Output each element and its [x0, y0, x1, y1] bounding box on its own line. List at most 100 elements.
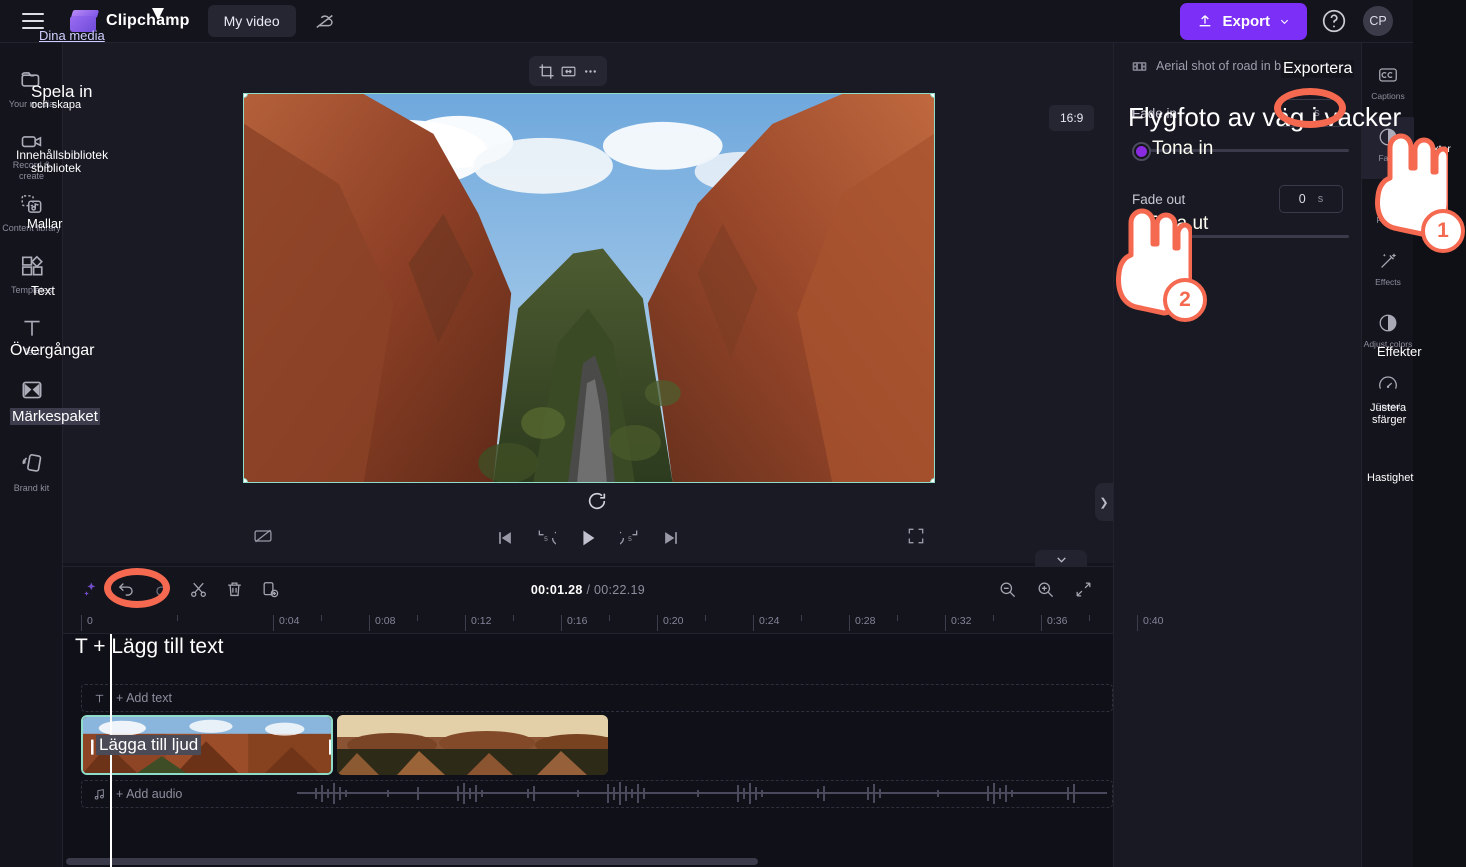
sidebar-label-text: Text	[23, 347, 40, 357]
playhead[interactable]	[110, 8, 164, 867]
tool-rail: Captions Fade Filters Effects Adjust col…	[1361, 43, 1414, 867]
crop-icon[interactable]	[538, 63, 555, 80]
rail-item-fade[interactable]: Fade	[1362, 117, 1414, 179]
chevron-down-icon	[1280, 19, 1289, 24]
rail-item-effects[interactable]: Effects	[1362, 241, 1414, 303]
sparkle-icon[interactable]	[81, 580, 100, 599]
export-label: Export	[1222, 12, 1270, 30]
sidebar-item-record-create[interactable]: Record & create	[0, 119, 63, 181]
video-frame	[244, 94, 934, 482]
rail-label-adjust-colors: Adjust colors	[1363, 339, 1413, 349]
sidebar-item-your-media[interactable]: Your media	[0, 57, 63, 119]
fade-out-slider-track	[1141, 235, 1349, 238]
music-note-icon	[94, 788, 104, 800]
rail-label-speed: Speed	[1375, 401, 1401, 411]
timeline-scrollbar[interactable]	[66, 858, 758, 865]
properties-panel: Aerial shot of road in be Fade in s Fade…	[1113, 43, 1361, 867]
add-audio-label: + Add audio	[116, 787, 183, 801]
undo-icon[interactable]	[117, 580, 136, 599]
fade-in-unit: s	[1314, 107, 1320, 119]
forward-5s-icon[interactable]: 5	[620, 528, 640, 548]
fullscreen-button[interactable]	[906, 526, 926, 551]
fit-icon[interactable]	[560, 63, 577, 80]
templates-icon	[21, 255, 43, 276]
fade-out-unit: s	[1317, 193, 1324, 205]
preview-area: 16:9 5 5 ❯	[63, 43, 1113, 563]
scissors-icon[interactable]	[189, 580, 208, 599]
rail-item-captions[interactable]: Captions	[1362, 55, 1414, 117]
sidebar-label-record-create: Record & create	[12, 160, 51, 181]
resize-handle-br[interactable]	[930, 478, 934, 482]
time-separator: /	[582, 582, 594, 597]
add-text-track[interactable]: + Add text	[81, 684, 1113, 712]
film-strip-icon	[1132, 61, 1147, 71]
video-stage[interactable]	[243, 93, 935, 483]
sidebar-item-brand-kit[interactable]: Brand kit	[0, 441, 63, 503]
fade-in-slider[interactable]	[1132, 137, 1349, 163]
ruler-tick: 0	[81, 615, 93, 631]
ruler-tick: 0:20	[657, 615, 683, 631]
transitions-icon	[22, 381, 41, 399]
video-clip-2[interactable]	[337, 715, 608, 775]
rail-item-adjust-colors[interactable]: Adjust colors	[1362, 303, 1414, 365]
timeline-tracks: + Add text ❙❙ ❙❙	[63, 8, 1113, 867]
clip-trim-handle-left[interactable]: ❙❙	[86, 736, 111, 757]
skip-to-start-icon[interactable]	[495, 528, 515, 548]
rotate-icon[interactable]	[586, 490, 608, 512]
more-options-icon[interactable]	[582, 63, 599, 80]
fade-out-label: Fade out	[1132, 191, 1186, 207]
sidebar-label-brand-kit: Brand kit	[13, 483, 50, 493]
avatar[interactable]: CP	[1363, 6, 1393, 36]
sidebar-item-text[interactable]: Text	[0, 305, 63, 367]
fade-in-slider-track	[1141, 149, 1349, 152]
sidebar-label-content-library: Content library	[2, 223, 61, 233]
chevron-down-icon	[1056, 556, 1066, 563]
clip-title: Aerial shot of road in be	[1156, 59, 1289, 73]
clip-trim-handle-right[interactable]: ❙❙	[324, 736, 331, 757]
left-sidebar: Your media Record & create Content libra…	[0, 43, 81, 867]
sidebar-item-transitions[interactable]: Transitions	[0, 367, 63, 429]
brand-kit-icon	[22, 454, 41, 472]
sidebar-item-templates[interactable]: Templates	[0, 243, 63, 305]
top-bar: Clipchamp My video Export CP	[0, 0, 1413, 43]
video-camera-icon	[21, 136, 41, 148]
rail-item-speed[interactable]: Speed	[1362, 365, 1414, 427]
timeline-ruler[interactable]: 0 0:04 0:08 0:12 0:16 0:20 0:24 0:28 0:3…	[63, 612, 1163, 634]
fade-out-slider[interactable]	[1132, 223, 1349, 249]
rewind-5s-icon[interactable]: 5	[536, 528, 556, 548]
add-audio-track[interactable]: + Add audio	[81, 780, 1113, 808]
fade-out-slider-thumb[interactable]	[1132, 228, 1151, 247]
sidebar-label-transitions: Transitions	[9, 409, 54, 419]
rail-label-fade: Fade	[1378, 153, 1398, 163]
rail-label-effects: Effects	[1375, 277, 1401, 287]
menu-icon[interactable]	[22, 13, 44, 29]
content-library-icon	[20, 195, 41, 213]
clip-thumbnail	[337, 715, 608, 775]
export-button[interactable]: Export	[1180, 2, 1307, 40]
play-icon[interactable]	[577, 527, 599, 549]
project-name[interactable]: My video	[207, 5, 296, 37]
trash-icon[interactable]	[225, 580, 244, 599]
fade-in-input[interactable]: s	[1279, 99, 1343, 127]
clipchamp-editor: Clipchamp My video Export CP Your media	[0, 0, 1414, 867]
speedometer-icon	[1379, 376, 1397, 389]
panel-expand-chevron-icon[interactable]: ❯	[1095, 483, 1113, 521]
help-circle-icon[interactable]	[1321, 8, 1347, 34]
aspect-ratio-button[interactable]: 16:9	[1049, 105, 1095, 131]
redo-icon[interactable]	[153, 580, 172, 599]
rail-item-filters[interactable]: Filters	[1362, 179, 1414, 241]
preview-float-toolbar	[529, 56, 607, 86]
cloud-off-icon[interactable]	[312, 10, 338, 32]
skip-to-end-icon[interactable]	[661, 528, 681, 548]
fade-in-slider-thumb[interactable]	[1132, 142, 1151, 161]
fade-icon	[1379, 128, 1397, 146]
filters-icon	[1379, 191, 1397, 207]
fade-out-input[interactable]: 0 s	[1279, 185, 1343, 213]
zoom-out-icon[interactable]	[998, 580, 1017, 599]
sidebar-item-content-library[interactable]: Content library	[0, 181, 63, 243]
video-clip-1[interactable]: ❙❙ ❙❙	[81, 715, 333, 775]
playback-bar: 5 5	[63, 513, 1113, 563]
fit-timeline-icon[interactable]	[1074, 580, 1093, 599]
zoom-in-icon[interactable]	[1036, 580, 1055, 599]
duplicate-icon[interactable]	[261, 580, 280, 599]
